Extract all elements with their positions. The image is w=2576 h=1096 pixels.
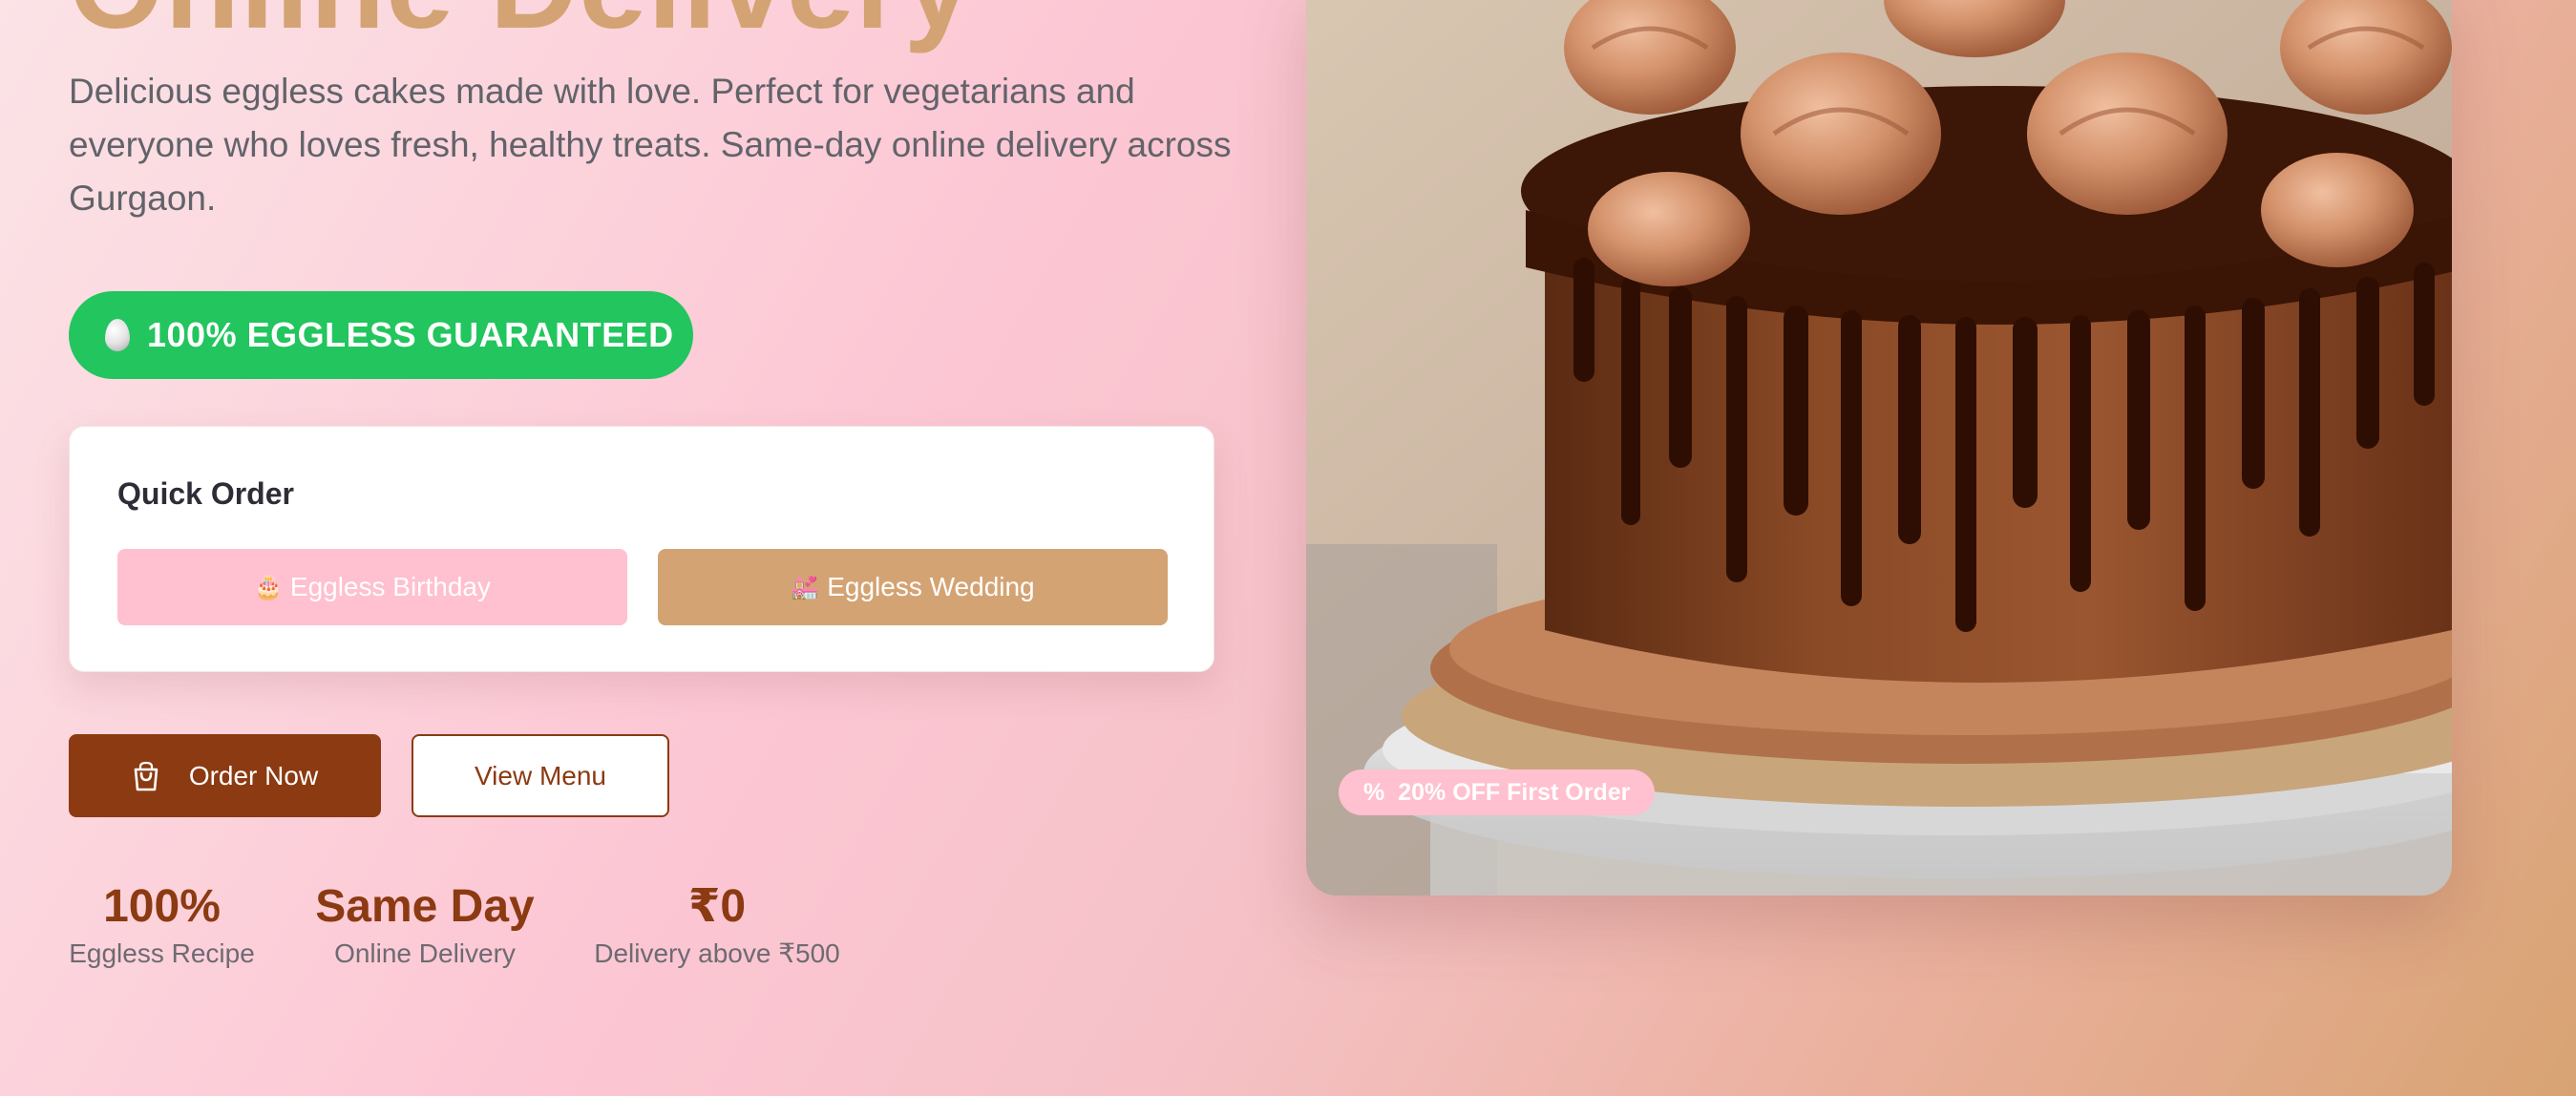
birthday-cake-icon: 🎂 — [254, 574, 283, 601]
stat-label: Online Delivery — [334, 938, 516, 968]
hero-description: Delicious eggless cakes made with love. … — [69, 72, 1232, 218]
quick-order-title: Quick Order — [117, 476, 294, 511]
badge-text: 100% EGGLESS GUARANTEED — [147, 315, 674, 354]
view-menu-label: View Menu — [474, 760, 606, 790]
eggless-wedding-button[interactable]: 💒 Eggless Wedding — [658, 549, 1168, 625]
quick-order-card: Quick Order 🎂 Eggless Birthday 💒 Eggless… — [69, 426, 1214, 672]
eggless-birthday-button[interactable]: 🎂 Eggless Birthday — [117, 549, 627, 625]
hero-title: Online Delivery — [69, 0, 973, 48]
stat-free-delivery: ₹0 Delivery above ₹500 — [592, 878, 842, 970]
stat-label: Delivery above ₹500 — [594, 938, 840, 968]
hero-cake-image: % 20% OFF First Order — [1306, 0, 2452, 896]
eggless-wedding-label: Eggless Wedding — [827, 572, 1035, 601]
stat-same-day: Same Day Online Delivery — [310, 878, 539, 970]
eggless-guarantee-badge: 100% EGGLESS GUARANTEED — [69, 291, 693, 379]
stat-value: 100% — [103, 881, 221, 932]
discount-tag: % 20% OFF First Order — [1339, 769, 1656, 815]
wedding-chapel-icon: 💒 — [791, 574, 820, 601]
stat-value: Same Day — [315, 881, 535, 932]
discount-tag-text: 20% OFF First Order — [1398, 778, 1631, 806]
percent-icon: % — [1363, 778, 1385, 806]
order-now-label: Order Now — [188, 760, 319, 790]
chocolate-cake-illustration — [1306, 0, 2452, 896]
stat-label: Eggless Recipe — [69, 938, 255, 968]
egg-icon — [105, 319, 130, 351]
stat-eggless-recipe: 100% Eggless Recipe — [69, 878, 255, 970]
view-menu-button[interactable]: View Menu — [412, 734, 669, 817]
order-now-button[interactable]: Order Now — [69, 734, 381, 817]
eggless-birthday-label: Eggless Birthday — [289, 572, 491, 601]
shopping-bag-icon — [134, 761, 158, 790]
stat-value: ₹0 — [687, 881, 747, 932]
